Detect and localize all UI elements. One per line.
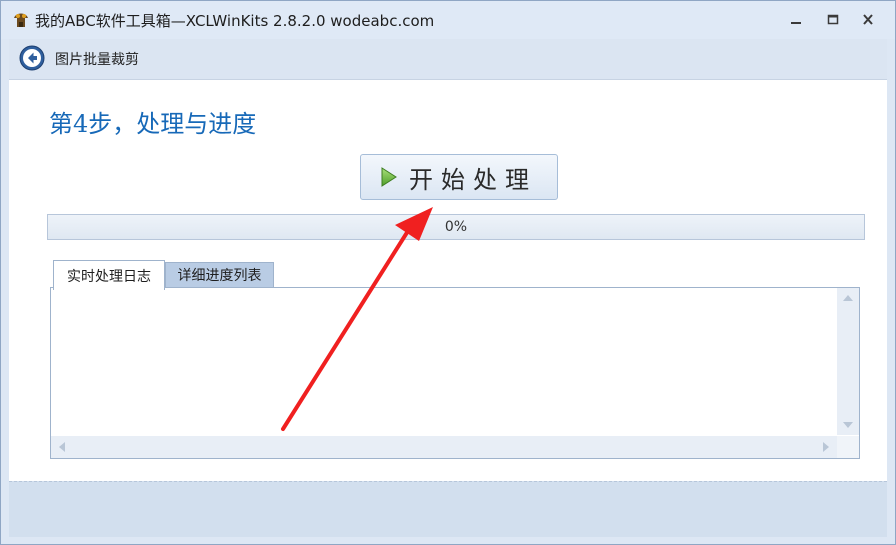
maximize-icon <box>827 14 839 25</box>
progress-text: 0% <box>444 219 468 235</box>
progress-bar: 0% <box>47 214 865 240</box>
app-window: 我的ABC软件工具箱—XCLWinKits 2.8.2.0 wodeabc.co… <box>0 0 896 545</box>
tab-detail-progress[interactable]: 详细进度列表 <box>165 262 274 288</box>
window-title: 我的ABC软件工具箱—XCLWinKits 2.8.2.0 wodeabc.co… <box>35 12 435 30</box>
step-title: 第4步，处理与进度 <box>49 110 257 138</box>
play-icon <box>381 167 397 187</box>
title-bar: 我的ABC软件工具箱—XCLWinKits 2.8.2.0 wodeabc.co… <box>1 1 895 39</box>
tab-realtime-log[interactable]: 实时处理日志 <box>53 260 165 290</box>
scroll-down-icon[interactable] <box>843 422 853 428</box>
footer-bar <box>9 481 887 537</box>
main-panel: 第4步，处理与进度 开始处理 0% 实时处理日志 详细进度列表 <box>9 79 887 482</box>
nav-header: 图片批量裁剪 <box>9 39 887 79</box>
start-button-label: 开始处理 <box>409 165 537 194</box>
app-logo-icon <box>14 13 28 27</box>
horizontal-scrollbar[interactable] <box>51 436 837 458</box>
scroll-left-icon[interactable] <box>59 442 65 452</box>
nav-title: 图片批量裁剪 <box>55 52 139 68</box>
minimize-button[interactable] <box>787 12 805 28</box>
scroll-corner <box>837 436 859 458</box>
close-icon <box>863 14 873 25</box>
log-panel[interactable] <box>50 287 860 459</box>
start-processing-button[interactable]: 开始处理 <box>360 154 558 200</box>
minimize-icon <box>791 22 801 24</box>
vertical-scrollbar[interactable] <box>837 288 859 435</box>
close-button[interactable] <box>859 12 877 28</box>
scroll-up-icon[interactable] <box>843 295 853 301</box>
scroll-right-icon[interactable] <box>823 442 829 452</box>
maximize-button[interactable] <box>824 12 842 28</box>
back-arrow-icon[interactable] <box>19 45 45 71</box>
